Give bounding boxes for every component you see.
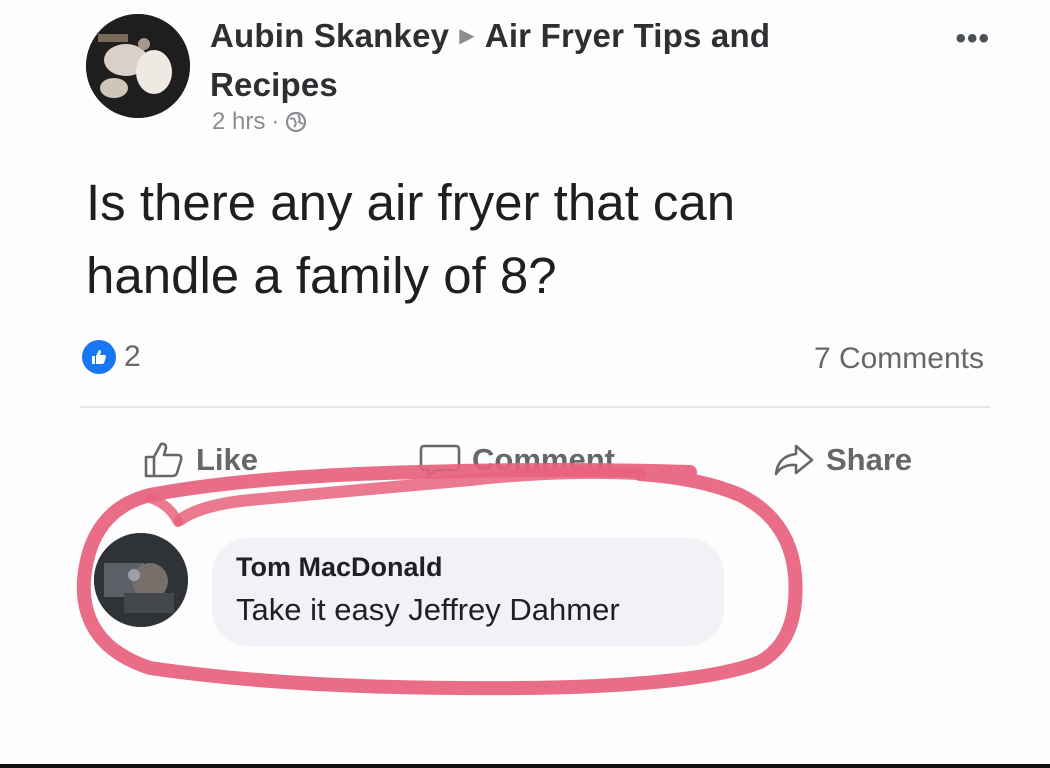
comments-count[interactable]: 7 Comments [814,342,984,376]
bottom-border [0,764,1050,768]
avatar-image [86,14,190,118]
like-button[interactable]: Like [142,440,258,480]
post-text-line-2: handle a family of 8? [86,247,557,304]
meta-separator: · [271,108,280,135]
post-header-title: Aubin Skankey ▶ Air Fryer Tips and Recipes [210,14,850,107]
annotation-circle [76,463,803,696]
comment-bubble-icon [419,444,461,479]
comment-text: Take it easy Jeffrey Dahmer [236,592,620,627]
post-meta: 2 hrs · [212,108,307,136]
group-name[interactable]: Air Fryer Tips and [485,17,770,54]
comment-label: Comment [472,442,615,477]
post-time[interactable]: 2 hrs [212,108,265,136]
post-body-text: Is there any air fryer that can handle a… [86,166,966,312]
group-name-continued[interactable]: Recipes [210,66,338,103]
reaction-count: 2 [124,340,141,373]
reactions-summary[interactable]: 2 [82,340,141,374]
share-label: Share [826,442,913,477]
thumbs-up-icon [82,340,116,374]
globe-icon [286,111,307,133]
more-options-icon[interactable]: ••• [955,22,990,56]
commenter-avatar[interactable] [94,533,188,627]
comment-button[interactable]: Comment [418,440,615,480]
share-button[interactable]: Share [772,440,912,480]
commenter-avatar-image [94,533,188,627]
like-label: Like [196,442,259,477]
share-arrow-icon [774,444,814,476]
author-avatar[interactable] [86,14,190,118]
divider [80,406,990,408]
facebook-post: Aubin Skankey ▶ Air Fryer Tips and Recipes… [0,0,1050,768]
author-name[interactable]: Aubin Skankey [210,17,449,54]
comment-author[interactable]: Tom MacDonald [236,552,443,583]
post-text-line-1: Is there any air fryer that can [86,174,736,231]
action-bar: Like Comment Share [0,440,1050,490]
arrow-right-icon: ▶ [459,25,475,47]
thumbs-up-outline-icon [144,442,183,478]
